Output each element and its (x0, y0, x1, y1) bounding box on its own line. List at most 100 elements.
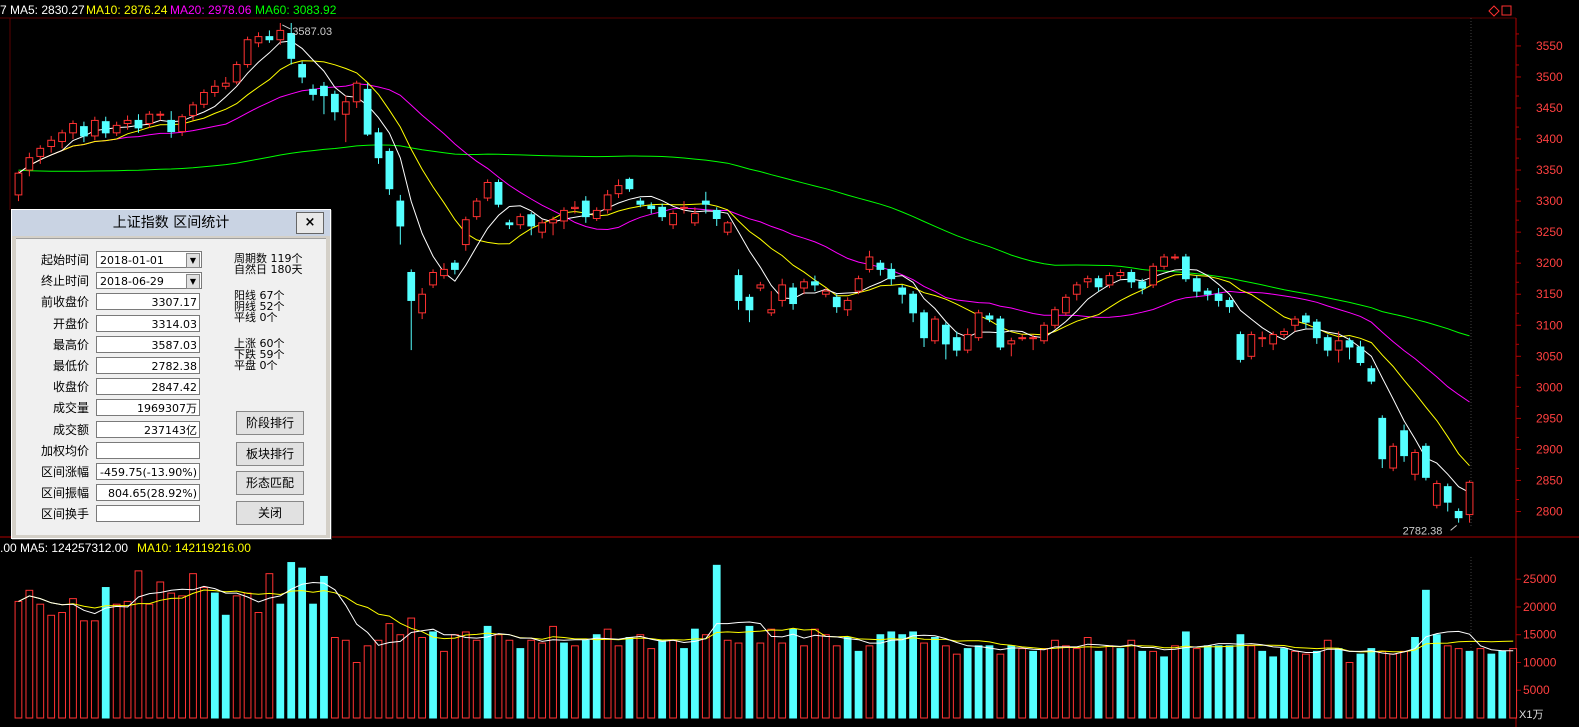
price-tick-label: 2800 (1536, 504, 1563, 518)
volume-bar (200, 587, 208, 719)
stage-rank-button[interactable]: 阶段排行 (236, 411, 304, 435)
volume-bar (1389, 653, 1398, 719)
date-select[interactable]: 2018-06-29 ▼ (96, 272, 202, 290)
volume-bar (614, 645, 623, 719)
volume-bar (36, 603, 45, 719)
price-tick-label: 2950 (1536, 411, 1563, 425)
volume-bar (571, 645, 579, 719)
volume-bar (985, 645, 994, 719)
candle-body (1378, 417, 1387, 460)
dropdown-arrow-icon[interactable]: ▼ (186, 274, 200, 290)
candle-body (1236, 334, 1245, 360)
volume-bar (756, 642, 765, 719)
candle-body (756, 284, 765, 289)
price-tick-label: 3050 (1536, 349, 1563, 363)
candle-body (134, 119, 143, 129)
volume-bar (156, 581, 165, 719)
price-tick-label: 3150 (1536, 287, 1563, 301)
sector-rank-button[interactable]: 板块排行 (236, 442, 304, 466)
volume-bar (112, 603, 121, 719)
volume-bar (931, 637, 939, 719)
candle-body (505, 222, 514, 226)
candle-body (1432, 483, 1441, 506)
volume-bar (843, 637, 852, 719)
candle-body (898, 287, 907, 295)
volume-bar (363, 645, 372, 719)
candle-body (811, 281, 819, 286)
stat-value-field: 804.65(28.92%) (96, 484, 200, 502)
stat-row: 最低价 2782.38 (16, 357, 216, 376)
volume-bar (1192, 648, 1201, 719)
stat-row: 终止时间 2018-06-29 ▼ (16, 272, 216, 291)
candle-body (36, 147, 45, 157)
candle-body (581, 200, 590, 218)
candle-body (647, 205, 656, 210)
stat-value-field (96, 441, 200, 459)
stat-value: 237143亿 (144, 423, 197, 437)
candle-body (1247, 334, 1256, 357)
volume-bar (876, 634, 885, 719)
candle-body (1356, 346, 1365, 364)
close-icon[interactable]: × (296, 212, 324, 234)
volume-bar (789, 628, 797, 719)
volume-bar (472, 639, 481, 719)
count-stat: 平线 0个 (234, 311, 278, 324)
candle-body (123, 119, 132, 125)
candle-body (101, 121, 110, 134)
volume-bar (1083, 637, 1092, 719)
candle-body (352, 82, 361, 103)
stat-value: 3314.03 (151, 317, 198, 331)
candle-body (1345, 340, 1354, 348)
candle-body (363, 88, 372, 135)
candle-body (800, 281, 808, 289)
candle-body (549, 219, 557, 224)
candle-body (80, 126, 88, 137)
candle-body (178, 116, 186, 133)
candle-body (985, 315, 994, 320)
candle-body (407, 272, 416, 301)
stat-value-field: 237143亿 (96, 420, 200, 438)
candle-body (963, 334, 972, 351)
volume-bar (811, 628, 819, 719)
candle-body (1280, 330, 1288, 336)
close-button[interactable]: 关闭 (236, 501, 304, 525)
volume-bar (1018, 648, 1027, 719)
volume-bar (974, 645, 983, 719)
pattern-match-button[interactable]: 形态匹配 (236, 471, 304, 495)
candle-body (767, 309, 776, 314)
volume-bar (330, 637, 339, 719)
candle-body (614, 185, 623, 195)
candle-body (1389, 445, 1398, 469)
candle-body (440, 268, 448, 277)
ma60-value: MA60: 3083.92 (255, 3, 337, 17)
candle-body (876, 262, 885, 270)
volume-bar (385, 623, 394, 719)
price-tick-label: 2850 (1536, 473, 1563, 487)
volume-bar (25, 589, 34, 719)
volume-bar (287, 562, 296, 719)
volume-bar (90, 620, 99, 719)
volume-bar (1422, 589, 1430, 719)
date-select[interactable]: 2018-01-01 ▼ (96, 251, 202, 268)
candle-body (1400, 430, 1408, 457)
volume-bar (1149, 650, 1158, 719)
ma10-value: MA10: 2876.24 (86, 3, 168, 17)
volume-bar (1214, 645, 1223, 719)
candle-body (1116, 272, 1125, 277)
candle-body (254, 36, 263, 44)
stat-row: 开盘价 3314.03 (16, 314, 216, 334)
volume-bar (1367, 648, 1376, 719)
candle-body (374, 132, 383, 159)
volume-bar (1203, 645, 1212, 719)
candle-body (483, 181, 492, 199)
volume-bar (1094, 650, 1103, 719)
volume-bar (1400, 650, 1408, 719)
stat-value: 804.65(28.92%) (107, 487, 197, 501)
volume-bar (69, 598, 77, 719)
volume-bar (123, 600, 132, 719)
stat-label: 区间振幅 (40, 486, 89, 501)
candle-body (996, 318, 1005, 348)
candle-body (1258, 337, 1267, 340)
dropdown-arrow-icon[interactable]: ▼ (186, 253, 200, 268)
volume-bar (723, 639, 732, 719)
